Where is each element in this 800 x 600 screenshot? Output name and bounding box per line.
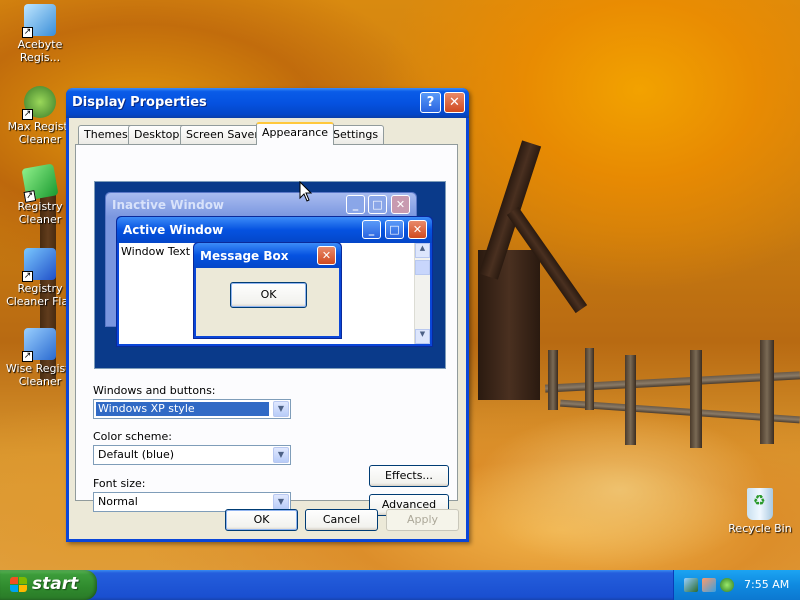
close-icon: ✕: [317, 246, 336, 265]
desktop-icon-label: Recycle Bin: [728, 522, 792, 535]
shortcut-arrow-icon: ↗: [22, 351, 33, 362]
chevron-down-icon[interactable]: ▼: [273, 401, 289, 417]
shortcut-arrow-icon: ↗: [23, 190, 37, 203]
tab-screen-saver[interactable]: Screen Saver: [180, 125, 265, 144]
max-registry-cleaner-icon: ↗: [22, 86, 56, 120]
help-button[interactable]: ?: [420, 92, 441, 113]
fence-post: [625, 355, 636, 445]
preview-message-body: OK: [196, 268, 339, 336]
preview-ok-button: OK: [230, 282, 307, 308]
window-title: Display Properties: [72, 95, 207, 110]
system-tray: 7:55 AM: [673, 570, 800, 600]
close-icon: ✕: [408, 220, 427, 239]
effects-button[interactable]: Effects...: [369, 465, 449, 487]
desktop-icon-recycle-bin[interactable]: ♻ Recycle Bin: [722, 488, 798, 535]
start-label: start: [32, 574, 79, 594]
color-scheme-select[interactable]: Default (blue) ▼: [93, 445, 291, 465]
maximize-icon: □: [385, 220, 404, 239]
preview-scrollbar: ▲ ▼: [414, 243, 430, 344]
chevron-down-icon[interactable]: ▼: [273, 447, 289, 463]
preview-message-titlebar: Message Box ✕: [194, 243, 341, 268]
registry-tool-icon[interactable]: [702, 578, 716, 592]
window-client-area: Themes Desktop Screen Saver Appearance S…: [69, 118, 466, 539]
font-size-label: Font size:: [93, 477, 146, 490]
chevron-down-icon[interactable]: ▼: [273, 494, 289, 510]
preview-active-titlebar: Active Window _ □ ✕: [117, 217, 432, 243]
color-scheme-value: Default (blue): [98, 448, 175, 461]
desktop-icon-acebyte[interactable]: ↗ Acebyte Regis...: [2, 4, 78, 64]
wise-registry-cleaner-icon: ↗: [22, 328, 56, 362]
windows-buttons-select[interactable]: Windows XP style ▼: [93, 399, 291, 419]
ok-button[interactable]: OK: [225, 509, 298, 531]
recycle-bin-icon: ♻: [747, 488, 773, 520]
appearance-preview: Inactive Window _ □ ✕ Active Window _ □ …: [94, 181, 446, 369]
taskbar: start 7:55 AM: [0, 570, 800, 600]
preview-message-box: Message Box ✕ OK: [193, 242, 342, 339]
registry-cleaner-icon: ↗: [21, 163, 59, 203]
maximize-icon: □: [368, 195, 387, 214]
desktop-icon-label: Acebyte Regis...: [17, 38, 63, 64]
start-button[interactable]: start: [0, 570, 97, 600]
tab-themes[interactable]: Themes: [78, 125, 134, 144]
close-icon: ✕: [391, 195, 410, 214]
scroll-thumb: [415, 260, 430, 275]
minimize-icon: _: [346, 195, 365, 214]
scroll-down-icon: ▼: [415, 329, 430, 344]
preview-message-title: Message Box: [200, 249, 289, 263]
windows-buttons-value: Windows XP style: [96, 402, 269, 416]
network-icon[interactable]: [684, 578, 698, 592]
mouse-cursor-icon: [299, 181, 313, 202]
tab-desktop[interactable]: Desktop: [128, 125, 186, 144]
fence-post: [690, 350, 702, 448]
preview-inactive-titlebar: Inactive Window _ □ ✕: [106, 193, 416, 217]
tab-appearance[interactable]: Appearance: [256, 122, 335, 145]
registry-cleaner-flash-icon: ↗: [22, 248, 56, 282]
windows-buttons-label: Windows and buttons:: [93, 384, 216, 397]
clock[interactable]: 7:55 AM: [744, 578, 789, 591]
scroll-up-icon: ▲: [415, 243, 430, 258]
acebyte-icon: ↗: [22, 4, 56, 38]
appearance-tab-panel: Inactive Window _ □ ✕ Active Window _ □ …: [75, 144, 458, 516]
minimize-icon: _: [362, 220, 381, 239]
green-gear-icon[interactable]: [720, 578, 734, 592]
font-size-value: Normal: [98, 495, 138, 508]
preview-inactive-title: Inactive Window: [112, 198, 225, 212]
tab-settings[interactable]: Settings: [327, 125, 385, 144]
color-scheme-label: Color scheme:: [93, 430, 172, 443]
apply-button[interactable]: Apply: [386, 509, 459, 531]
preview-window-text: Window Text: [121, 245, 191, 258]
preview-active-title: Active Window: [123, 223, 224, 237]
title-bar[interactable]: Display Properties ? ✕: [66, 88, 469, 118]
windows-logo-icon: [10, 577, 27, 593]
fence-post: [548, 350, 558, 410]
shortcut-arrow-icon: ↗: [22, 271, 33, 282]
fence-post: [760, 340, 774, 444]
display-properties-window[interactable]: Display Properties ? ✕ Themes Desktop Sc…: [66, 88, 469, 542]
cancel-button[interactable]: Cancel: [305, 509, 378, 531]
shortcut-arrow-icon: ↗: [22, 27, 33, 38]
shortcut-arrow-icon: ↗: [22, 109, 33, 120]
fence-post: [585, 348, 594, 410]
close-button[interactable]: ✕: [444, 92, 465, 113]
